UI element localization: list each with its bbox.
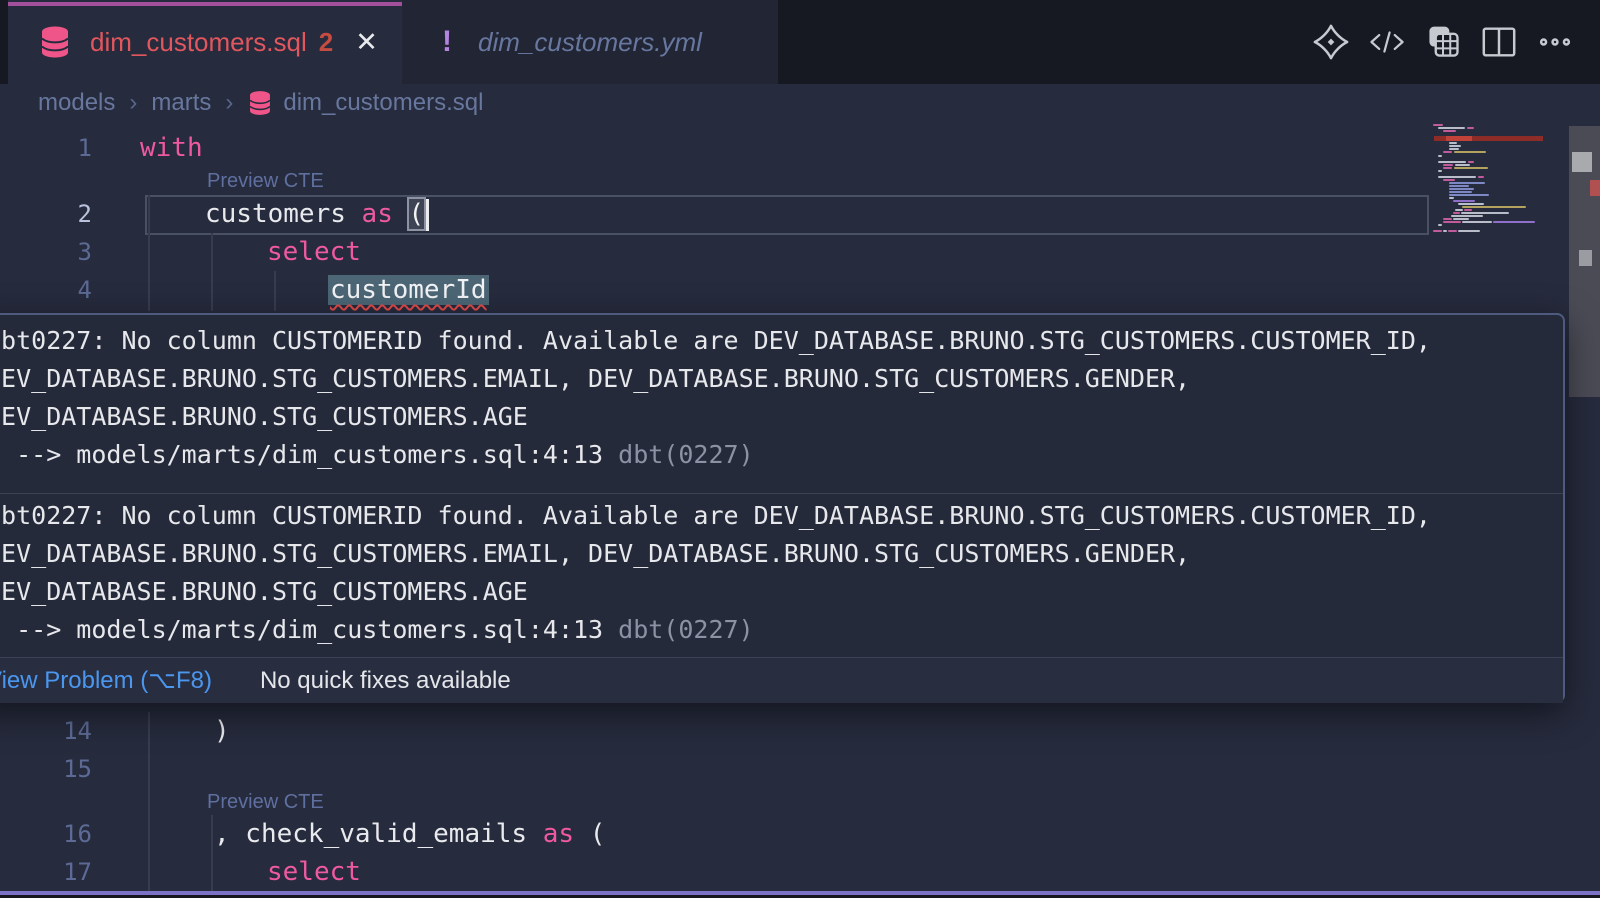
dbt-logo-icon[interactable] xyxy=(1312,23,1350,61)
ruler-error-mark xyxy=(1590,180,1600,196)
line-number: 3 xyxy=(0,233,92,271)
code-line-17[interactable]: 17 select xyxy=(0,853,1430,891)
code-line-3[interactable]: 3 select xyxy=(0,233,1430,271)
code-line-14[interactable]: 14) xyxy=(0,712,1430,750)
code-line-16[interactable]: 16 , check_valid_emails as ( xyxy=(0,815,1430,853)
ruler-cursor-mark xyxy=(1572,152,1592,172)
more-actions-icon[interactable] xyxy=(1536,23,1574,61)
line-number: 17 xyxy=(0,853,92,891)
code-lens-preview-cte[interactable]: Preview CTE xyxy=(207,788,324,816)
breadcrumb-marts[interactable]: marts xyxy=(151,89,211,117)
line-number: 15 xyxy=(0,750,92,788)
breadcrumb-separator: › xyxy=(225,89,233,117)
database-icon xyxy=(38,25,72,59)
view-problem-link[interactable]: View Problem (⌥F8) xyxy=(0,666,212,695)
code-text: ) xyxy=(214,712,230,750)
compile-code-icon[interactable] xyxy=(1368,23,1406,61)
tab-dim-customers-sql[interactable]: dim_customers.sql 2 ✕ xyxy=(8,0,402,84)
error-message-block-2: dbt0227: No column CUSTOMERID found. Ava… xyxy=(0,497,1549,649)
breadcrumb-separator: › xyxy=(129,89,137,117)
warning-icon: ! xyxy=(442,25,452,59)
database-icon xyxy=(247,90,273,116)
tab-bar: dim_customers.sql 2 ✕ ! dim_customers.ym… xyxy=(0,0,1600,84)
minimap-error-line-bright xyxy=(1446,136,1472,141)
error-message-block-1: dbt0227: No column CUSTOMERID found. Ava… xyxy=(0,322,1549,474)
line-number: 16 xyxy=(0,815,92,853)
active-tab-accent xyxy=(8,2,402,6)
line-number: 14 xyxy=(0,712,92,750)
breadcrumb: models › marts › dim_customers.sql xyxy=(0,84,1600,122)
code-line-4[interactable]: 4 customerId xyxy=(0,271,1430,309)
inactive-tab-label: dim_customers.yml xyxy=(478,27,702,58)
line-number: 2 xyxy=(0,195,92,233)
tab-dim-customers-yml[interactable]: ! dim_customers.yml xyxy=(402,0,778,84)
no-quick-fixes-text: No quick fixes available xyxy=(260,667,511,695)
breadcrumb-file[interactable]: dim_customers.sql xyxy=(283,89,483,117)
code-text: customerId xyxy=(328,271,489,309)
code-text: , check_valid_emails as ( xyxy=(214,815,605,853)
code-lens-preview-cte[interactable]: Preview CTE xyxy=(207,167,324,195)
tab-problems-badge: 2 xyxy=(319,27,333,58)
query-results-preview-icon[interactable] xyxy=(1424,23,1462,61)
editor-actions xyxy=(1312,0,1574,84)
line-number: 4 xyxy=(0,271,92,309)
ruler-selection-mark xyxy=(1579,250,1592,266)
code-text: customers as ( xyxy=(205,195,424,233)
split-editor-icon[interactable] xyxy=(1480,23,1518,61)
error-hover-tooltip: dbt0227: No column CUSTOMERID found. Ava… xyxy=(0,313,1565,703)
editor-window: dim_customers.sql 2 ✕ ! dim_customers.ym… xyxy=(0,0,1600,898)
code-line-1[interactable]: 1 with xyxy=(0,129,1430,167)
code-line-15[interactable]: 15 xyxy=(0,750,1430,788)
hover-status-bar: View Problem (⌥F8) No quick fixes availa… xyxy=(0,657,1563,703)
code-text: select xyxy=(267,853,361,891)
line-number: 1 xyxy=(0,129,92,167)
breadcrumb-models[interactable]: models xyxy=(38,89,115,117)
hover-separator xyxy=(0,493,1563,494)
code-text: with xyxy=(140,129,203,167)
text-cursor xyxy=(426,199,429,231)
close-icon[interactable]: ✕ xyxy=(355,27,378,58)
active-tab-label: dim_customers.sql xyxy=(90,27,307,58)
code-line-2[interactable]: 2 customers as ( xyxy=(0,195,1430,233)
code-text: select xyxy=(267,233,361,271)
